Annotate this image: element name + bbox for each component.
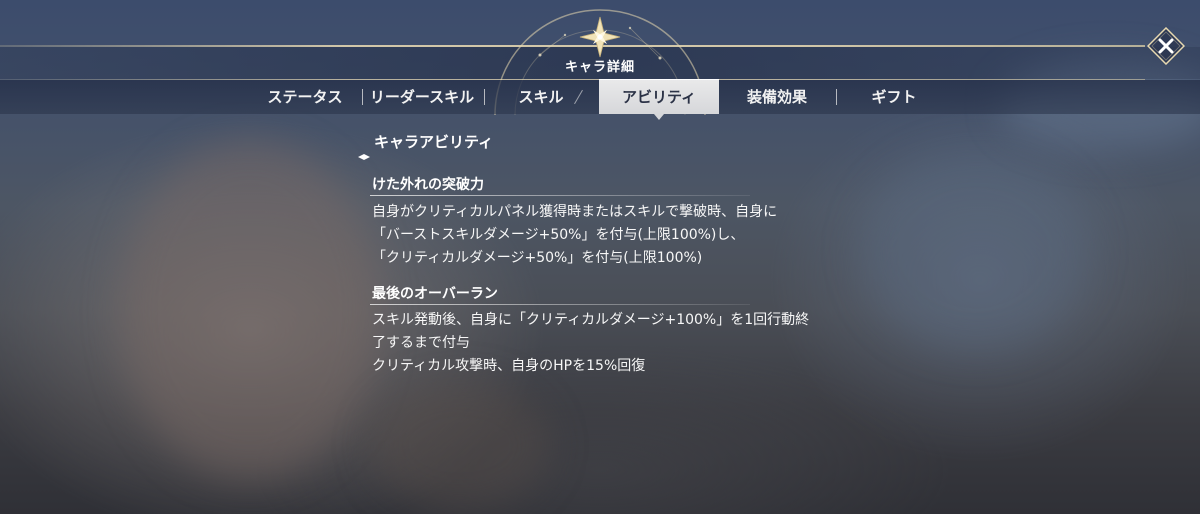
tab-skill[interactable]: スキル [505, 80, 577, 114]
ability-divider [370, 195, 750, 196]
tab-gift[interactable]: ギフト [855, 80, 933, 114]
ability-description-line: スキル発動後、自身に「クリティカルダメージ+100%」を1回行動終 [372, 312, 810, 328]
ability-description-line: 了するまで付与 [372, 335, 470, 351]
tab-separator [484, 89, 485, 105]
ability-description-line: 「バーストスキルダメージ+50%」を付与(上限100%)し、 [372, 227, 745, 243]
background-blur [370, 380, 550, 510]
ability-name: けた外れの突破力 [372, 177, 484, 193]
tab-equipment-effect[interactable]: 装備効果 [734, 80, 820, 114]
ability-description-line: クリティカル攻撃時、自身のHPを15%回復 [372, 358, 646, 374]
ability-description: 自身がクリティカルパネル獲得時またはスキルで撃破時、自身に 「バーストスキルダメ… [372, 201, 777, 270]
section-divider [358, 154, 788, 160]
tab-bar: ステータス リーダースキル スキル アビリティ 装備効果 ギフト [0, 79, 1200, 120]
tab-leader-skill[interactable]: リーダースキル [366, 80, 478, 114]
tab-ability[interactable]: アビリティ [599, 79, 719, 120]
background-panel-blur [860, 150, 1090, 350]
ability-name: 最後のオーバーラン [372, 286, 498, 302]
page-title: キャラ詳細 [564, 60, 635, 75]
close-button[interactable] [1147, 27, 1185, 65]
tab-separator [362, 89, 363, 105]
section-title: キャラアビリティ [374, 133, 494, 151]
ability-description-line: 「クリティカルダメージ+50%」を付与(上限100%) [372, 250, 703, 266]
background-character-blur [120, 140, 380, 480]
tab-status[interactable]: ステータス [258, 80, 352, 114]
ability-description-line: 自身がクリティカルパネル獲得時またはスキルで撃破時、自身に [372, 204, 778, 220]
ability-divider [370, 304, 750, 305]
ability-description: スキル発動後、自身に「クリティカルダメージ+100%」を1回行動終 了するまで付… [372, 309, 809, 378]
tab-separator [836, 89, 837, 105]
